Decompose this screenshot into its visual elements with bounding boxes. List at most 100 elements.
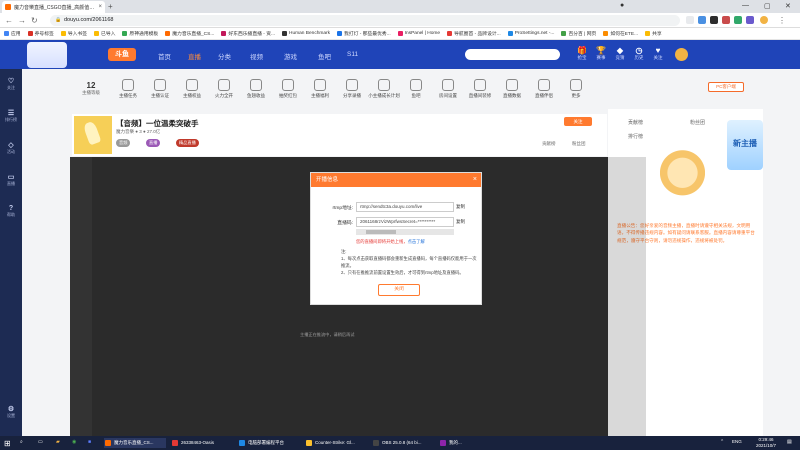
nav-video[interactable]: 视频 xyxy=(250,51,263,61)
notification-icon[interactable]: ▤ xyxy=(787,439,792,445)
room-tag[interactable]: 音频 xyxy=(116,139,131,147)
function-item[interactable]: 火力全开 xyxy=(206,79,242,99)
menu-icon[interactable]: ⋮ xyxy=(778,16,786,25)
new-tab-icon[interactable]: + xyxy=(108,2,113,11)
bookmark-item[interactable]: 我打灯 - 那些最优秀... xyxy=(337,30,391,37)
panel-tab[interactable]: 排行榜 xyxy=(628,133,643,140)
nav-live[interactable]: 直播 xyxy=(188,51,201,61)
extension-icon[interactable] xyxy=(734,16,742,24)
taskbar-item[interactable]: 我的... xyxy=(439,438,479,448)
bookmark-item[interactable]: 导航圈首 - 品牌设计... xyxy=(447,30,501,37)
url-input[interactable]: 🔒 douyu.com/2061168 xyxy=(50,15,680,26)
maximize-icon[interactable]: ▢ xyxy=(764,2,771,10)
back-icon[interactable]: ← xyxy=(5,16,13,25)
nav-yuba[interactable]: 鱼吧 xyxy=(318,51,331,61)
function-item[interactable]: 主播任务 xyxy=(110,79,146,99)
copy-code-link[interactable]: 复制 xyxy=(456,219,465,225)
bookmark-item[interactable]: 应用 xyxy=(4,30,21,37)
function-item[interactable]: 主播认证 xyxy=(142,79,178,99)
bookmark-item[interactable]: 百分百 | 网页 xyxy=(561,30,596,37)
rtmp-field[interactable]: rtmp://sendtc3a.douyu.com/live xyxy=(356,202,454,212)
bookmark-item[interactable]: 共享 xyxy=(645,30,662,37)
user-avatar[interactable] xyxy=(675,48,688,61)
function-item[interactable]: 更多 xyxy=(558,79,594,99)
app-icon[interactable]: ■ xyxy=(88,439,91,445)
site-search-input[interactable] xyxy=(465,49,560,60)
chrome-icon[interactable]: ◉ xyxy=(72,439,76,445)
reload-icon[interactable]: ↻ xyxy=(31,16,38,25)
extension-icon[interactable] xyxy=(698,16,706,24)
sidebar-item-settings[interactable]: ⚙ 设置 xyxy=(2,405,20,419)
function-item[interactable]: 房间设置 xyxy=(430,79,466,99)
room-tag[interactable]: 直播 xyxy=(146,139,161,147)
close-button[interactable]: 关闭 xyxy=(378,284,420,296)
taskbar-item[interactable]: OBS 25.0.8 (64 bi... xyxy=(372,438,434,448)
minimize-icon[interactable]: — xyxy=(742,2,749,9)
extension-icon[interactable] xyxy=(710,16,718,24)
nav-home[interactable]: 首页 xyxy=(158,51,171,61)
tray-arrow-icon[interactable]: ⌃ xyxy=(720,439,724,445)
close-window-icon[interactable]: ✕ xyxy=(785,2,791,10)
nav-category[interactable]: 分类 xyxy=(218,51,231,61)
search-icon[interactable]: ⌕ xyxy=(20,439,23,445)
bookmark-item[interactable]: ProSettings.net -... xyxy=(507,31,554,36)
close-icon[interactable]: × xyxy=(473,173,477,187)
language-indicator[interactable]: ENG xyxy=(732,439,742,444)
douyu-logo[interactable]: 斗鱼 xyxy=(108,48,136,61)
sidebar-item-help[interactable]: ? 帮助 xyxy=(2,205,20,218)
star-icon[interactable] xyxy=(686,16,694,24)
follow-button[interactable]: 关注 xyxy=(564,117,592,126)
nav-game[interactable]: 游戏 xyxy=(284,51,297,61)
sidebar-item-follow[interactable]: ♡ 关注 xyxy=(2,77,20,91)
taskbar-item[interactable]: 电脑部署编程平台 xyxy=(238,438,300,448)
fans-tab[interactable]: 粉丝团 xyxy=(572,141,586,147)
bookmark-item[interactable]: 魔力音乐直播_CS... xyxy=(165,30,214,37)
promo-banner[interactable]: 新主播 xyxy=(727,120,763,170)
profile-avatar[interactable] xyxy=(760,16,768,24)
function-item[interactable]: 鱼吧 xyxy=(398,79,434,99)
extension-icon[interactable] xyxy=(746,16,754,24)
contribution-tab[interactable]: 贡献榜 xyxy=(542,141,556,147)
windows-start-icon[interactable]: ⊞ xyxy=(4,439,11,448)
taskbar-item[interactable]: Counter-Strike: Gl... xyxy=(305,438,367,448)
sidebar-item-live[interactable]: ▭ 直播 xyxy=(2,173,20,187)
header-icon[interactable]: ♥ 关注 xyxy=(646,46,670,61)
learn-more-link[interactable]: 点击了解 xyxy=(408,239,425,244)
file-explorer-icon[interactable]: ▰ xyxy=(56,439,60,445)
code-scrollbar[interactable] xyxy=(356,229,454,235)
sidebar-item-rank[interactable]: ☰ 排行榜 xyxy=(2,109,20,123)
bookmark-item[interactable]: 如何在ETE... xyxy=(603,30,638,37)
task-view-icon[interactable]: ▭ xyxy=(38,439,43,445)
function-item[interactable]: 分享录播 xyxy=(334,79,370,99)
clock[interactable]: 0:29:46 2021/10/7 xyxy=(756,437,776,449)
room-tag[interactable]: 精品直播 xyxy=(176,139,199,147)
bookmark-item[interactable]: 养号标签 xyxy=(27,30,54,37)
bookmark-item[interactable]: 原神通用模板 xyxy=(122,30,158,37)
copy-rtmp-link[interactable]: 复制 xyxy=(456,204,465,210)
function-item[interactable]: 鱼翅收益 xyxy=(238,79,274,99)
function-item[interactable]: 小主播成长计划 xyxy=(366,79,402,99)
panel-tab[interactable]: 粉丝团 xyxy=(690,119,705,126)
browser-tab[interactable]: 魔力音樂直播_CSGO直播_高颜值… × xyxy=(2,1,105,13)
function-item[interactable]: 抽奖红包 xyxy=(270,79,306,99)
scrollbar-thumb[interactable] xyxy=(366,230,396,234)
sidebar-item-activity[interactable]: ◇ 活动 xyxy=(2,141,20,155)
function-item[interactable]: 主播福利 xyxy=(302,79,338,99)
bookmark-item[interactable]: 已导入 xyxy=(94,30,115,37)
taskbar-item[interactable]: 魔力音乐直播_CS... xyxy=(104,438,166,448)
bookmark-item[interactable]: 好东西乐播直播 - 资... xyxy=(221,30,275,37)
nav-s11[interactable]: S11 xyxy=(347,51,358,58)
stream-code-field[interactable]: 2061168rzVizWprfwsSecret=********** xyxy=(356,217,454,227)
function-item[interactable]: 直播间装修 xyxy=(462,79,498,99)
function-item[interactable]: 直播伴侣 xyxy=(526,79,562,99)
bookmark-item[interactable]: Human Benchmark xyxy=(281,31,330,36)
panel-tab[interactable]: 贡献榜 xyxy=(628,119,643,126)
forward-icon[interactable]: → xyxy=(18,16,26,25)
taskbar-item[interactable]: 26338463-Oasis xyxy=(171,438,233,448)
extension-icon[interactable] xyxy=(722,16,730,24)
close-tab-icon[interactable]: × xyxy=(98,4,102,10)
bookmark-item[interactable]: 导入书签 xyxy=(60,30,87,37)
function-item[interactable]: 主播权益 xyxy=(174,79,210,99)
pc-client-button[interactable]: PC客户端 xyxy=(708,82,744,92)
bookmark-item[interactable]: InsPanel | Home xyxy=(397,31,440,36)
